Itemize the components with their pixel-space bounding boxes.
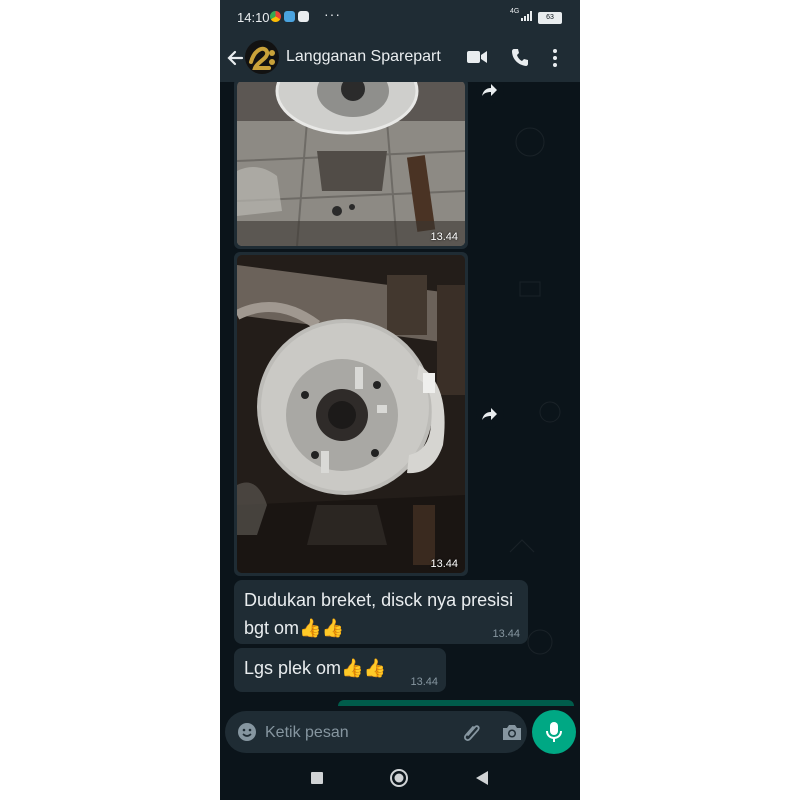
message-composer	[220, 706, 580, 758]
app-notification-icon	[298, 11, 309, 22]
network-type-label: 4G	[510, 8, 520, 15]
message-input[interactable]	[263, 721, 447, 745]
message-time: 13.44	[430, 558, 458, 570]
system-navigation-bar	[220, 758, 580, 800]
message-time: 13.44	[410, 676, 438, 688]
more-options-icon[interactable]	[550, 47, 560, 69]
message-time: 13.44	[430, 231, 458, 243]
notification-icons	[270, 11, 309, 22]
image-message[interactable]: 13.44	[234, 252, 468, 576]
forward-icon[interactable]	[476, 400, 504, 428]
back-arrow-icon[interactable]	[226, 46, 246, 70]
message-input-box[interactable]	[225, 711, 527, 753]
text-message[interactable]: Lgs plek om👍👍 13.44	[234, 648, 446, 692]
message-text: Lgs plek om👍👍	[244, 658, 386, 678]
phone-screen: 14:10 ··· 4G 63 Langganan Sparepart 13.4…	[220, 0, 580, 800]
signal-icon	[521, 11, 532, 21]
image-message[interactable]: 13.44	[234, 82, 468, 249]
more-notifications-indicator: ···	[324, 6, 341, 22]
microphone-icon	[546, 722, 562, 742]
message-text: Dudukan breket, disck nya presisi bgt om…	[244, 590, 514, 638]
contact-avatar[interactable]	[245, 40, 279, 74]
avatar-logo-icon	[245, 40, 279, 74]
message-time: 13.44	[492, 628, 520, 640]
recent-apps-icon[interactable]	[311, 772, 323, 784]
voice-call-icon[interactable]	[510, 47, 530, 67]
message-notification-icon	[284, 11, 295, 22]
home-icon[interactable]	[390, 769, 408, 787]
brake-disc-caliper-photo[interactable]	[237, 255, 465, 573]
contact-name[interactable]: Langganan Sparepart	[286, 48, 441, 66]
attach-icon[interactable]	[461, 721, 483, 743]
status-bar: 14:10 ··· 4G 63	[220, 0, 580, 34]
video-call-icon[interactable]	[466, 48, 488, 66]
chrome-notification-icon	[270, 11, 281, 22]
camera-icon[interactable]	[501, 722, 523, 742]
battery-indicator: 63	[538, 12, 562, 24]
text-message[interactable]: Dudukan breket, disck nya presisi bgt om…	[234, 580, 528, 644]
chat-messages[interactable]: 13.44 13.44 Dudukan breket, disck nya pr…	[220, 82, 580, 706]
chat-header: Langganan Sparepart	[220, 34, 580, 82]
brake-disc-caliper-image	[237, 255, 465, 573]
emoji-icon[interactable]	[237, 722, 257, 742]
voice-message-button[interactable]	[532, 710, 576, 754]
status-time: 14:10	[237, 10, 270, 25]
brake-disc-photo[interactable]	[237, 82, 465, 246]
nav-back-icon[interactable]	[475, 770, 489, 786]
brake-disc-image	[237, 82, 465, 246]
forward-icon[interactable]	[476, 82, 504, 104]
